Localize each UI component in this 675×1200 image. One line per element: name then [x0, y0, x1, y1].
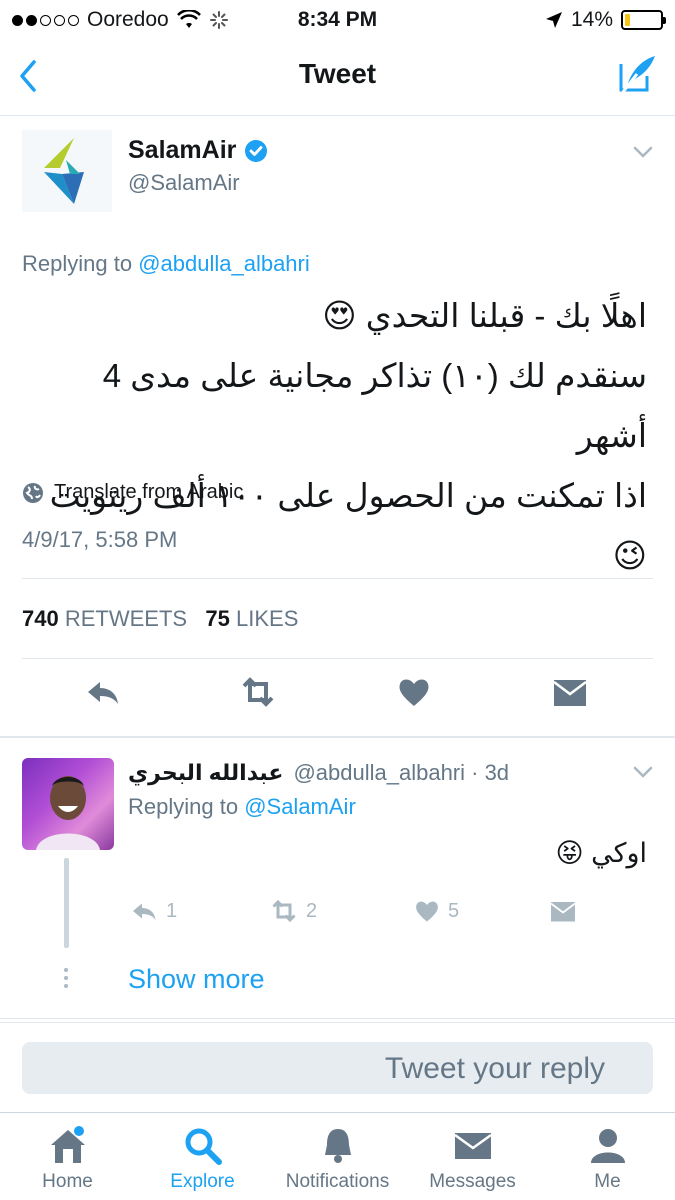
battery-info: 14% — [545, 8, 666, 32]
reply-text: اوكي 😝 — [555, 838, 647, 868]
like-heart-icon — [416, 901, 438, 922]
divider — [22, 658, 653, 659]
replying-to: Replying to @abdulla_albahri — [22, 251, 310, 276]
tab-explore[interactable]: Explore — [135, 1113, 270, 1200]
tweet-author-handle[interactable]: @SalamAir — [128, 170, 240, 196]
battery-percent: 14% — [570, 8, 613, 31]
reply-reply-count: 1 — [166, 899, 178, 922]
nav-bar: Tweet — [0, 40, 675, 116]
replying-to-link[interactable]: @abdulla_albahri — [138, 251, 310, 276]
tweet-text-line: سنقدم لك (١٠) تذاكر مجانية على مدى 4 أشه… — [102, 357, 647, 454]
like-heart-icon[interactable] — [394, 672, 434, 712]
envelope-icon — [454, 1133, 492, 1159]
display-name[interactable]: SalamAir — [128, 136, 236, 165]
reply-display-name[interactable]: عبدالله البحري — [128, 760, 283, 786]
compose-tweet-button[interactable] — [615, 52, 659, 96]
location-arrow-icon — [545, 12, 562, 28]
reply-input[interactable]: Tweet your reply — [22, 1042, 653, 1094]
retweet-icon[interactable] — [238, 672, 278, 712]
reply-handle-time[interactable]: @abdulla_albahri · 3d — [293, 760, 509, 786]
salamair-logo-avatar[interactable] — [22, 130, 112, 212]
section-separator — [0, 736, 675, 738]
reply-retweet-button[interactable]: 2 — [268, 896, 317, 926]
section-separator — [0, 1018, 675, 1019]
tab-home[interactable]: Home — [0, 1113, 135, 1200]
tweet-author-name[interactable]: SalamAir — [128, 136, 268, 165]
reply-like-button[interactable]: 5 — [412, 896, 459, 926]
retweets-count[interactable]: 740 — [22, 606, 59, 631]
tab-me[interactable]: Me — [540, 1113, 675, 1200]
battery-icon — [621, 10, 666, 30]
verified-badge-icon — [245, 139, 268, 162]
tab-notifications[interactable]: Notifications — [270, 1113, 405, 1200]
show-more-link[interactable]: Show more — [128, 964, 265, 995]
tweet-timestamp: 4/9/17, 5:58 PM — [22, 527, 178, 552]
reply-reply-button[interactable]: 1 — [130, 896, 177, 926]
tab-bar: Home Explore Notifications Messages Me — [0, 1112, 675, 1200]
reply-dm-button[interactable] — [548, 896, 578, 926]
tab-home-label: Home — [42, 1171, 93, 1192]
tab-messages[interactable]: Messages — [405, 1113, 540, 1200]
tweet-text-line: اهلًا بك - قبلنا التحدي 😍 — [322, 297, 647, 334]
home-icon — [51, 1126, 85, 1163]
search-icon — [185, 1128, 222, 1165]
reply-replying-to: Replying to @SalamAir — [128, 794, 356, 819]
profile-icon — [591, 1129, 625, 1163]
status-bar: Ooredoo 8:34 PM 14% — [0, 0, 675, 40]
tweet-options-chevron-icon[interactable] — [631, 140, 655, 164]
reply-author[interactable]: عبدالله البحري @abdulla_albahri · 3d — [128, 760, 509, 786]
avatar[interactable] — [22, 758, 114, 850]
direct-message-icon — [550, 902, 576, 922]
reply-retweet-count: 2 — [306, 899, 318, 922]
bell-icon — [325, 1129, 351, 1163]
direct-message-icon[interactable] — [550, 672, 590, 712]
tab-notifications-label: Notifications — [285, 1171, 390, 1192]
reply-input-placeholder: Tweet your reply — [384, 1052, 605, 1085]
retweet-icon — [272, 899, 296, 923]
likes-label[interactable]: LIKES — [236, 606, 298, 631]
reply-replying-to-link[interactable]: @SalamAir — [244, 794, 356, 819]
section-separator — [0, 1022, 675, 1023]
reply-icon — [133, 903, 156, 920]
tab-me-label: Me — [594, 1171, 621, 1192]
more-dots-icon — [64, 968, 70, 992]
translate-label[interactable]: Translate from Arabic — [54, 481, 243, 504]
tab-messages-label: Messages — [429, 1171, 516, 1192]
tab-explore-label: Explore — [170, 1171, 235, 1192]
likes-count[interactable]: 75 — [205, 606, 229, 631]
reply-options-chevron-icon[interactable] — [631, 760, 655, 784]
reply-like-count: 5 — [448, 899, 460, 922]
tweet-action-bar — [0, 672, 675, 722]
translate-button[interactable]: Translate from Arabic — [22, 481, 243, 504]
retweets-label[interactable]: RETWEETS — [65, 606, 187, 631]
globe-icon — [23, 482, 43, 503]
thread-line — [64, 858, 69, 948]
divider — [22, 578, 653, 579]
engagement-counts[interactable]: 740 RETWEETS 75 LIKES — [22, 606, 298, 632]
page-title: Tweet — [298, 58, 377, 89]
reply-icon[interactable] — [84, 672, 124, 712]
